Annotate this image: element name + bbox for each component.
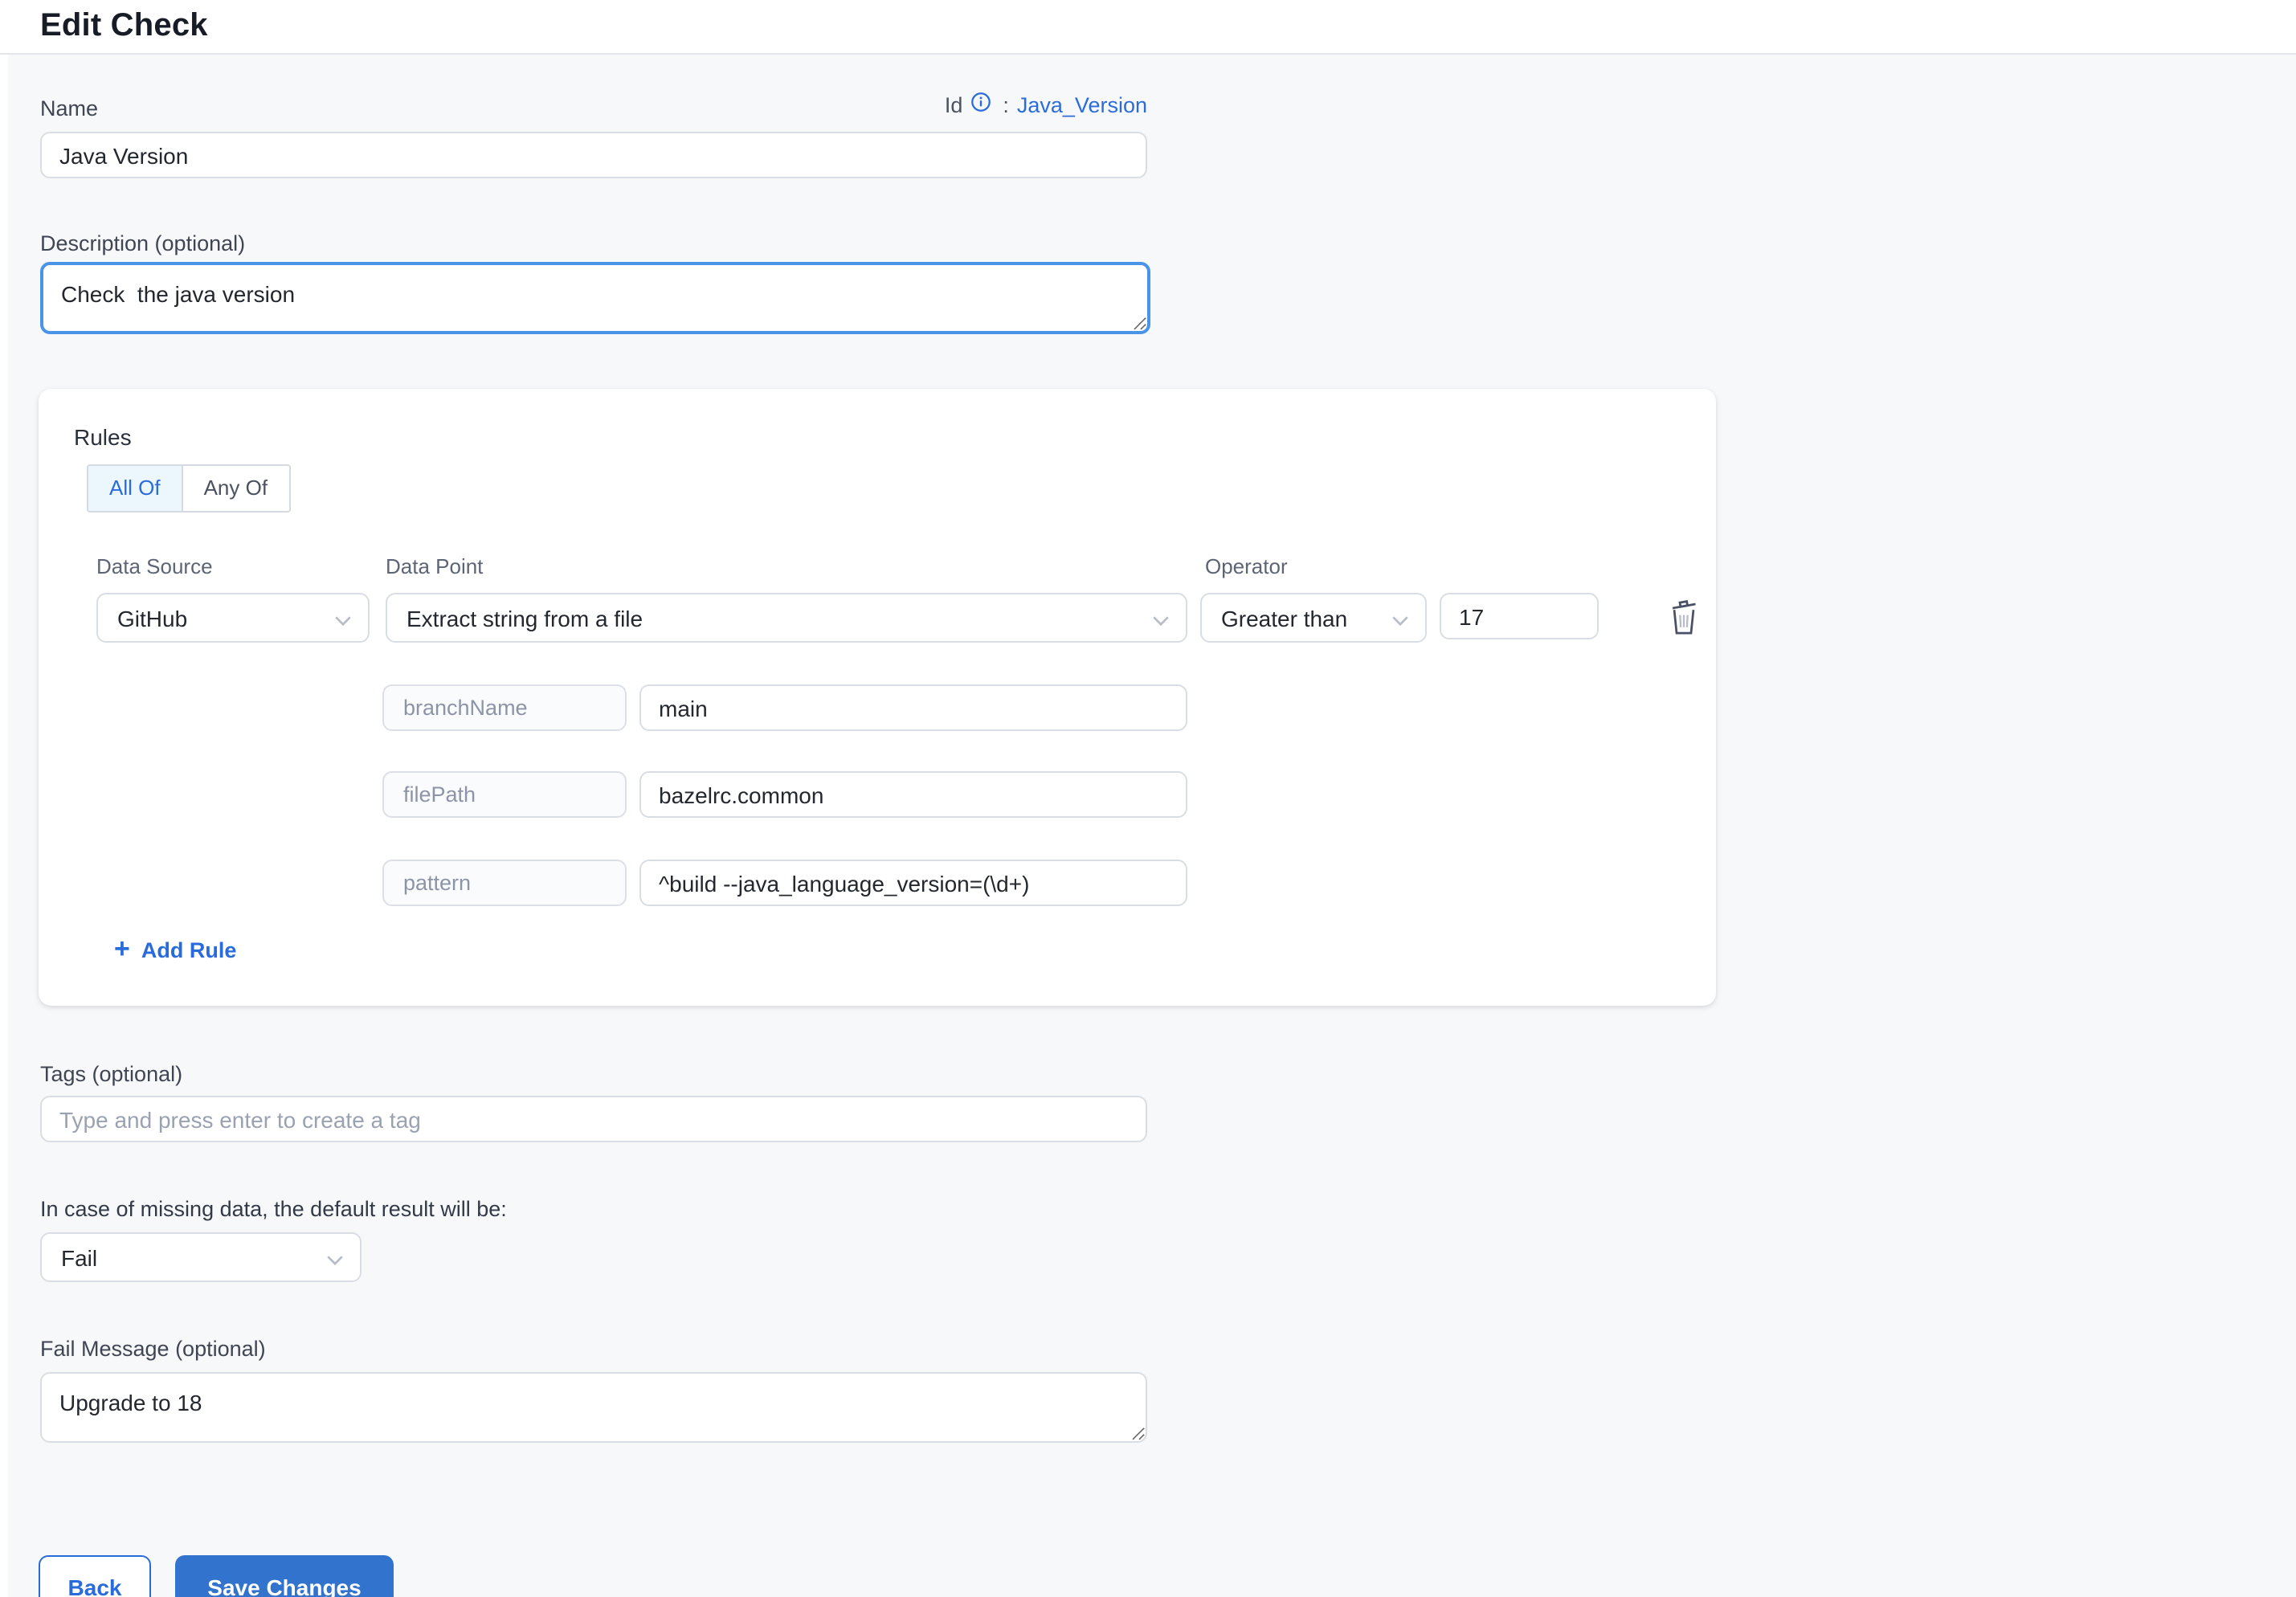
param-key-field: filePath xyxy=(382,771,627,818)
fail-message-textarea[interactable]: Upgrade to 18 xyxy=(40,1372,1147,1443)
chevron-down-icon xyxy=(1152,605,1170,631)
operator-select[interactable]: Greater than xyxy=(1200,593,1427,643)
check-id-link[interactable]: Java_Version xyxy=(1017,93,1147,117)
check-id-row: Id : Java_Version xyxy=(40,93,1147,117)
all-of-button[interactable]: All Of xyxy=(88,466,182,511)
save-changes-button[interactable]: Save Changes xyxy=(175,1555,394,1597)
operator-label: Operator xyxy=(1205,554,1288,578)
tags-input[interactable] xyxy=(40,1096,1147,1142)
operator-value: Greater than xyxy=(1221,605,1347,631)
chevron-down-icon xyxy=(1391,605,1409,631)
info-icon[interactable] xyxy=(970,91,991,116)
page-title: Edit Check xyxy=(40,8,208,45)
tags-label: Tags (optional) xyxy=(40,1062,182,1086)
param-key-field: branchName xyxy=(382,684,627,731)
data-source-select[interactable]: GitHub xyxy=(96,593,370,643)
chevron-down-icon xyxy=(326,1244,344,1270)
param-value-input[interactable] xyxy=(639,860,1187,906)
param-value-input[interactable] xyxy=(639,771,1187,818)
add-rule-label: Add Rule xyxy=(141,937,237,962)
fail-message-label: Fail Message (optional) xyxy=(40,1337,266,1361)
id-label: Id xyxy=(945,93,963,117)
delete-rule-button[interactable] xyxy=(1665,598,1703,639)
rules-card: Rules All Of Any Of Data Source Data Poi… xyxy=(39,389,1716,1006)
default-result-select[interactable]: Fail xyxy=(40,1232,362,1282)
page: Edit Check Name Id : Java_Version Descri… xyxy=(0,0,2296,1597)
rule-match-toggle: All Of Any Of xyxy=(87,464,290,513)
any-of-button[interactable]: Any Of xyxy=(182,466,289,511)
plus-icon: + xyxy=(114,937,130,962)
data-source-label: Data Source xyxy=(96,554,213,578)
missing-data-label: In case of missing data, the default res… xyxy=(40,1197,507,1221)
rules-heading: Rules xyxy=(74,424,132,450)
param-key-field: pattern xyxy=(382,860,627,906)
data-point-select[interactable]: Extract string from a file xyxy=(386,593,1187,643)
threshold-input[interactable] xyxy=(1440,593,1599,639)
id-separator: : xyxy=(1003,93,1009,117)
data-point-label: Data Point xyxy=(386,554,483,578)
description-label: Description (optional) xyxy=(40,231,245,255)
name-input[interactable] xyxy=(40,132,1147,178)
description-textarea[interactable]: Check the java version xyxy=(40,262,1150,334)
default-result-value: Fail xyxy=(61,1244,97,1270)
data-point-value: Extract string from a file xyxy=(406,605,643,631)
param-value-input[interactable] xyxy=(639,684,1187,731)
chevron-down-icon xyxy=(334,605,352,631)
data-source-value: GitHub xyxy=(117,605,187,631)
trash-icon xyxy=(1668,615,1700,639)
add-rule-button[interactable]: + Add Rule xyxy=(114,937,236,962)
back-button[interactable]: Back xyxy=(39,1555,151,1597)
page-header: Edit Check xyxy=(0,0,2296,55)
left-gutter xyxy=(0,55,8,1597)
